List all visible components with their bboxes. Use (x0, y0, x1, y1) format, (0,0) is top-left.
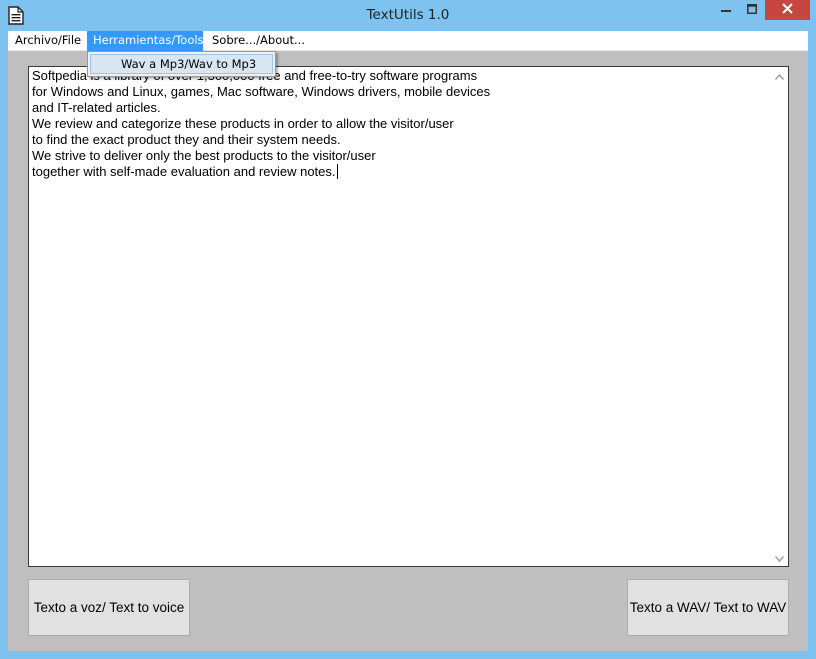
minimize-button[interactable] (713, 0, 739, 20)
text-editor[interactable]: Softpedia is a library of over 1,300,000… (28, 66, 789, 567)
text-caret (336, 164, 338, 179)
maximize-icon (747, 3, 757, 17)
maximize-button[interactable] (739, 0, 765, 20)
menu-bar: Archivo/File Herramientas/Tools Sobre...… (8, 31, 808, 51)
editor-line: to find the exact product they and their… (32, 132, 341, 147)
chevron-up-icon (774, 69, 785, 83)
tools-dropdown-menu: Wav a Mp3/Wav to Mp3 (87, 51, 276, 77)
window-title: TextUtils 1.0 (366, 7, 450, 23)
editor-line: for Windows and Linux, games, Mac softwa… (32, 84, 491, 99)
vertical-scrollbar[interactable] (771, 67, 788, 566)
close-button[interactable] (765, 0, 810, 20)
scroll-down-button[interactable] (771, 549, 788, 566)
menu-file[interactable]: Archivo/File (9, 31, 87, 51)
text-to-wav-button[interactable]: Texto a WAV/ Text to WAV (627, 579, 789, 636)
menu-item-wav-to-mp3[interactable]: Wav a Mp3/Wav to Mp3 (90, 54, 273, 74)
chevron-down-icon (774, 551, 785, 565)
app-window: TextUtils 1.0 Archivo/File Herramientas/… (0, 0, 816, 659)
close-icon (782, 3, 793, 17)
client-area: Archivo/File Herramientas/Tools Sobre...… (8, 31, 808, 651)
editor-line: together with self-made evaluation and r… (32, 164, 336, 179)
text-to-voice-button[interactable]: Texto a voz/ Text to voice (28, 579, 190, 636)
editor-line-last: together with self-made evaluation and r… (32, 164, 772, 180)
menu-about[interactable]: Sobre.../About... (206, 31, 311, 51)
editor-text[interactable]: Softpedia is a library of over 1,300,000… (32, 68, 772, 180)
menu-tools[interactable]: Herramientas/Tools (87, 31, 204, 51)
editor-line: We strive to deliver only the best produ… (32, 148, 376, 163)
minimize-icon (721, 3, 731, 17)
title-bar[interactable]: TextUtils 1.0 (0, 0, 816, 31)
editor-line: We review and categorize these products … (32, 116, 454, 131)
scroll-up-button[interactable] (771, 67, 788, 84)
editor-line: and IT-related articles. (32, 100, 161, 115)
